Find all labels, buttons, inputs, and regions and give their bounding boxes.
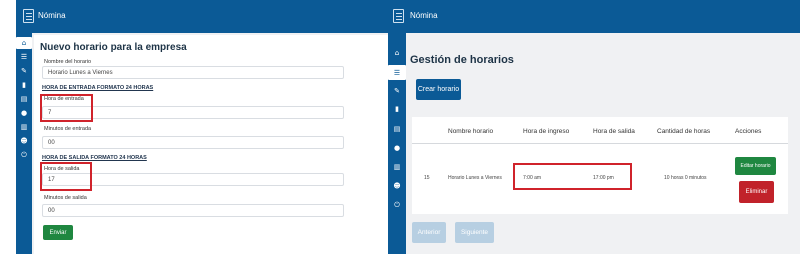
row-hours: 10 horas 0 minutos [664, 175, 707, 181]
exit-minutes-label: Minutos de salida [44, 195, 87, 201]
entry-hour-highlight [40, 94, 93, 122]
entry-minutes-label: Minutos de entrada [44, 126, 92, 132]
entry-section-heading: HORA DE ENTRADA FORMATO 24 HORAS [42, 85, 154, 91]
sidebar: ⌂ ☰ ✎ ▮ ▤ ● ▥ ☻ ⏻ [16, 33, 32, 254]
circle-icon[interactable]: ● [16, 107, 32, 119]
page-title: Gestión de horarios [410, 54, 514, 66]
column-header: Hora de ingreso [523, 128, 570, 135]
power-icon[interactable]: ⏻ [16, 149, 32, 161]
column-header: Nombre horario [448, 128, 494, 135]
row-id: 15 [424, 175, 430, 181]
clipboard-icon[interactable]: ▮ [388, 103, 406, 115]
file-icon[interactable]: ▥ [16, 121, 32, 133]
new-schedule-window: Nómina ⌂ ☰ ✎ ▮ ▤ ● ▥ ☻ ⏻ Nuevo horario p… [16, 0, 388, 254]
file-icon[interactable]: ▥ [388, 161, 406, 173]
form-title: Nuevo horario para la empresa [40, 42, 187, 53]
home-icon[interactable]: ⌂ [16, 37, 32, 49]
name-label: Nombre del horario [44, 59, 92, 65]
entry-minutes-input[interactable]: 00 [42, 136, 344, 149]
schedule-management-window: Nómina ⌂ ☰ ✎ ▮ ▤ ● ▥ ☻ ⏻ Gestión de hora… [388, 0, 800, 254]
submit-button[interactable]: Enviar [43, 225, 73, 240]
clipboard-icon[interactable]: ▮ [16, 79, 32, 91]
app-logo [23, 9, 34, 23]
document-icon[interactable]: ▤ [16, 93, 32, 105]
top-bar: Nómina [388, 0, 800, 33]
schedule-icon[interactable]: ☰ [16, 51, 32, 63]
app-title: Nómina [410, 11, 438, 20]
create-schedule-button[interactable]: Crear horario [416, 79, 461, 100]
schedules-table: Nombre horario Hora de ingreso Hora de s… [412, 117, 788, 214]
schedule-name-input[interactable]: Horario Lunes a Viernes [42, 66, 344, 79]
schedule-form: Nuevo horario para la empresa Nombre del… [34, 35, 388, 254]
pencil-icon[interactable]: ✎ [16, 65, 32, 77]
column-header: Acciones [735, 128, 762, 135]
header-divider [412, 143, 788, 144]
sidebar: ⌂ ☰ ✎ ▮ ▤ ● ▥ ☻ ⏻ [388, 33, 406, 254]
circle-icon[interactable]: ● [388, 142, 406, 154]
column-header: Hora de salida [593, 128, 635, 135]
column-header: Cantidad de horas [657, 128, 711, 135]
app-title: Nómina [38, 11, 66, 20]
user-icon[interactable]: ☻ [388, 180, 406, 192]
document-icon[interactable]: ▤ [388, 123, 406, 135]
top-bar: Nómina [16, 0, 388, 33]
exit-minutes-input[interactable]: 00 [42, 204, 344, 217]
exit-hour-highlight [40, 162, 92, 191]
delete-schedule-button[interactable]: Eliminar [739, 181, 774, 203]
edit-schedule-button[interactable]: Editar horario [735, 157, 776, 175]
exit-section-heading: HORA DE SALIDA FORMATO 24 HORAS [42, 155, 147, 161]
pencil-icon[interactable]: ✎ [388, 85, 406, 97]
user-icon[interactable]: ☻ [16, 135, 32, 147]
home-icon[interactable]: ⌂ [388, 47, 406, 59]
time-highlight [513, 163, 632, 190]
app-logo [393, 9, 404, 23]
power-icon[interactable]: ⏻ [388, 199, 406, 211]
row-name: Horario Lunes a Viernes [448, 175, 502, 181]
schedule-icon[interactable]: ☰ [388, 65, 406, 80]
previous-page-button[interactable]: Anterior [412, 222, 446, 243]
next-page-button[interactable]: Siguiente [455, 222, 494, 243]
